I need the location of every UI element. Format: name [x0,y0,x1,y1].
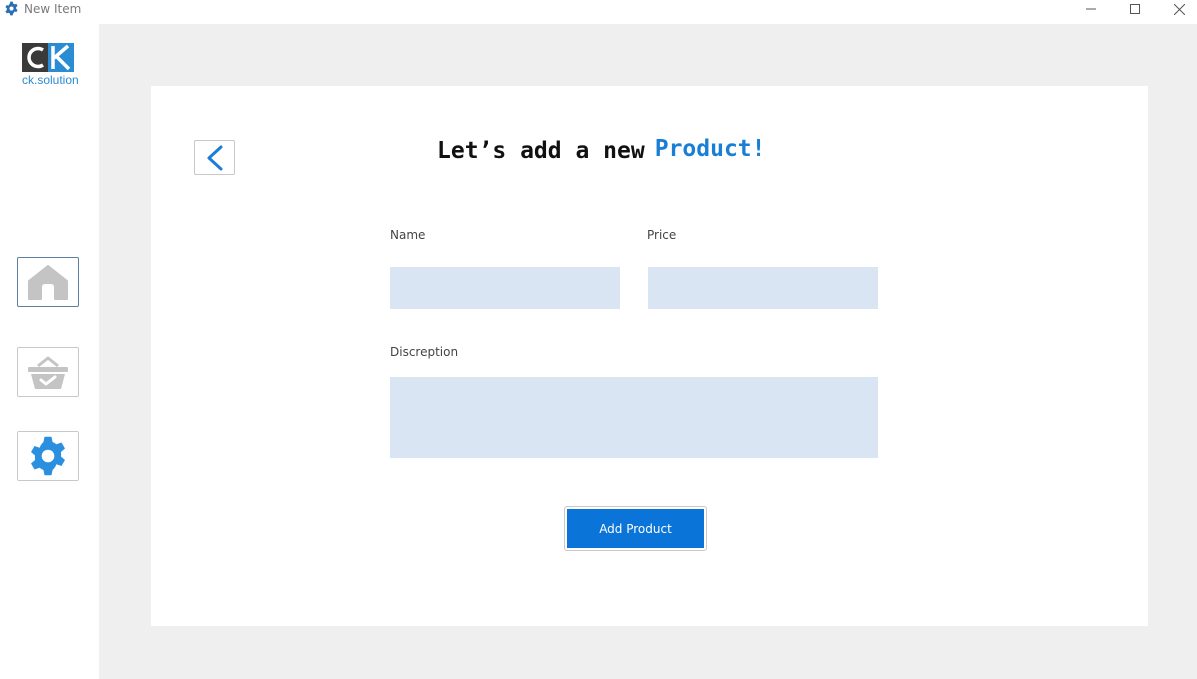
sidebar-item-basket[interactable] [17,347,79,397]
minimize-button[interactable] [1070,0,1112,18]
minimize-icon [1086,8,1096,10]
chevron-left-icon [207,145,222,170]
name-input[interactable] [390,267,620,309]
sidebar-item-home[interactable] [17,257,79,307]
price-input[interactable] [648,267,878,309]
name-label: Name [390,228,426,242]
logo-text: ck.solution [22,73,79,87]
description-label: Discreption [390,345,459,359]
logo: ck.solution [22,43,79,89]
add-product-button[interactable]: Add Product [567,509,704,548]
title-bar: New Item [0,0,1197,24]
window-title: New Item [24,2,82,16]
add-product-button-frame: Add Product [564,506,707,551]
gear-icon [4,1,19,16]
page-title-accent: Product! [654,136,766,162]
close-icon [1173,3,1185,15]
ck-logo-mark [22,43,74,72]
description-input[interactable] [390,377,878,458]
page-title: Let’s add a new Product! [437,136,766,164]
close-button[interactable] [1158,0,1197,18]
maximize-icon [1130,4,1140,14]
maximize-button[interactable] [1114,0,1156,18]
price-label: Price [647,228,677,242]
new-product-form: Let’s add a new Product! Name Price Discr… [151,86,1148,626]
basket-check-icon [28,356,68,389]
home-icon [28,265,68,300]
sidebar: ck.solution [0,24,99,679]
gear-icon [31,436,65,476]
sidebar-item-settings[interactable] [17,431,79,481]
content-area: Let’s add a new Product! Name Price Discr… [99,24,1197,679]
back-button[interactable] [194,140,235,175]
page-title-main: Let’s add a new [437,138,645,164]
